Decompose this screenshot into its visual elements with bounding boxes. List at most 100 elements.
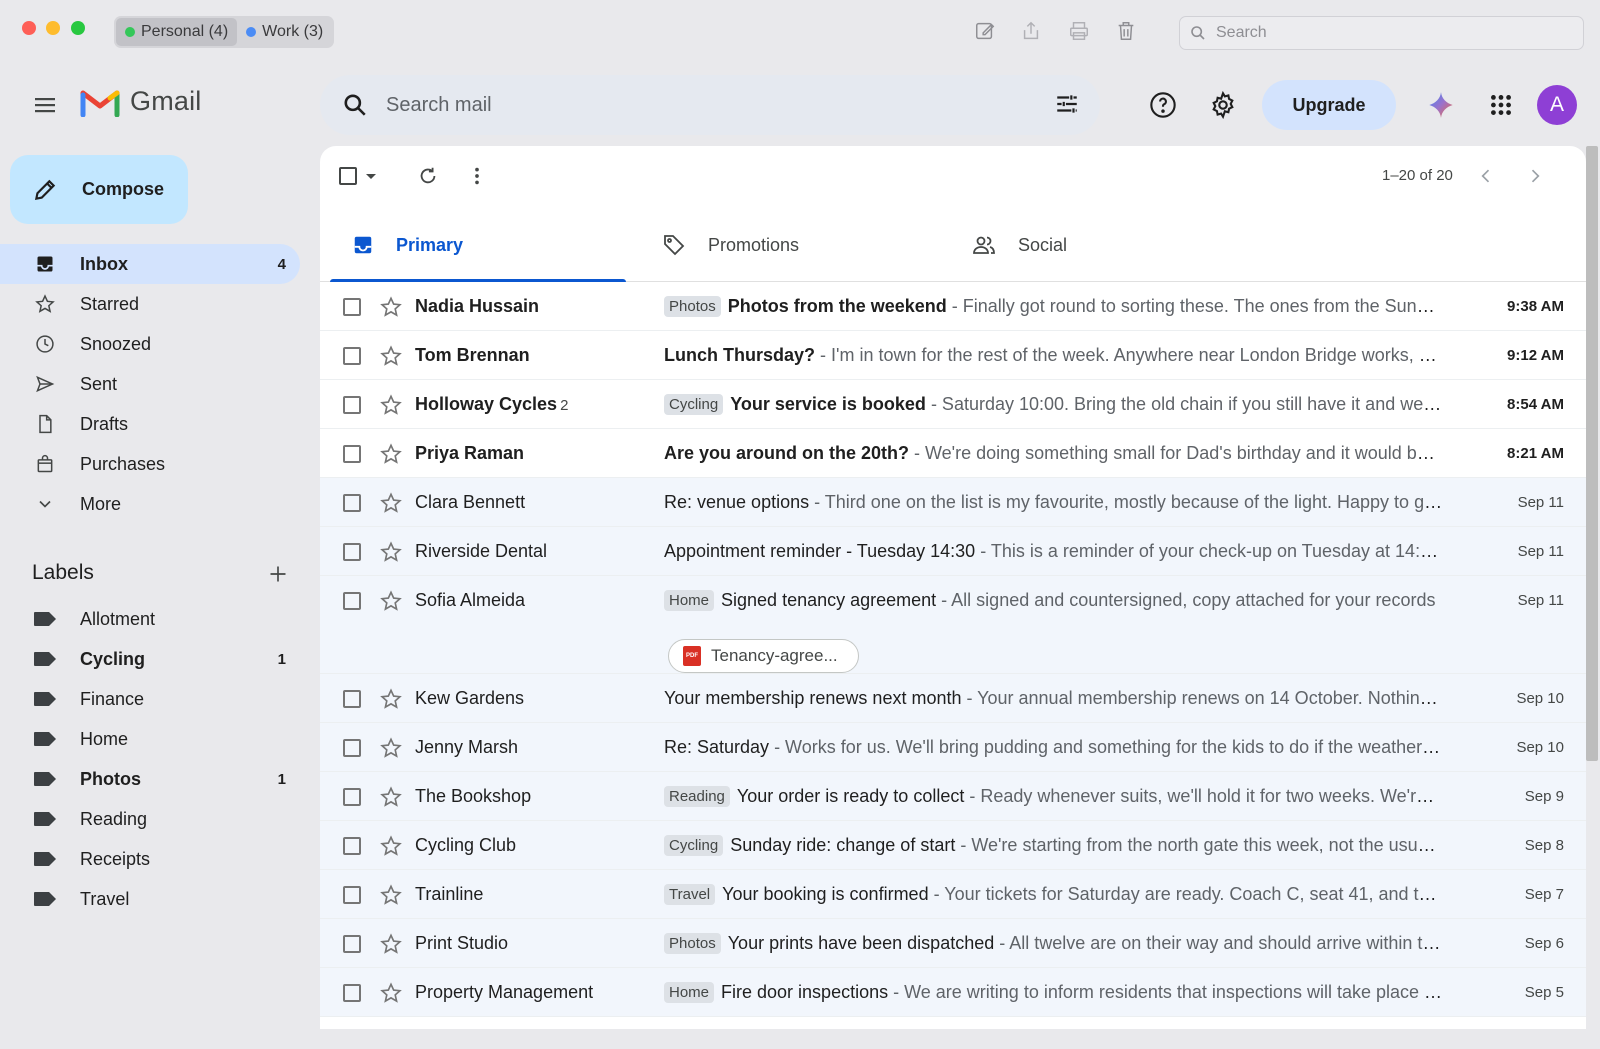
label-chip[interactable]: Cycling — [664, 835, 724, 856]
email-row[interactable]: Nadia Hussain Photos Photos from the weeke… — [320, 282, 1586, 331]
profile-work[interactable]: Work (3) — [237, 18, 332, 46]
label-item-cycling[interactable]: Cycling 1 — [0, 639, 300, 679]
star-icon[interactable] — [380, 443, 402, 465]
gmail-logo[interactable]: Gmail — [80, 86, 202, 117]
row-checkbox[interactable] — [343, 690, 361, 708]
sidebar-item-snoozed[interactable]: Snoozed — [0, 324, 300, 364]
label-chip[interactable]: Home — [664, 590, 715, 611]
refresh-button[interactable] — [414, 162, 442, 190]
email-row[interactable]: Trainline Travel Your booking is confirmed… — [320, 870, 1586, 919]
label-chip[interactable]: Reading — [664, 786, 730, 807]
minimize-window-button[interactable] — [46, 21, 60, 35]
star-icon[interactable] — [380, 884, 402, 906]
share-icon[interactable] — [1018, 18, 1044, 44]
label-chip[interactable]: Travel — [664, 884, 716, 905]
email-row[interactable]: Clara Bennett Re: venue options - Third o… — [320, 478, 1586, 527]
label-chip[interactable]: Home — [664, 982, 715, 1003]
row-checkbox[interactable] — [343, 445, 361, 463]
row-checkbox[interactable] — [343, 739, 361, 757]
label-item-photos[interactable]: Photos 1 — [0, 759, 300, 799]
select-all-checkbox[interactable] — [334, 162, 362, 190]
settings-button[interactable] — [1206, 88, 1240, 122]
select-dropdown-button[interactable] — [362, 162, 380, 190]
row-checkbox[interactable] — [343, 935, 361, 953]
tab-primary[interactable]: Primary — [330, 208, 626, 282]
sidebar-item-drafts[interactable]: Drafts — [0, 404, 300, 444]
create-label-button[interactable] — [264, 560, 292, 588]
help-button[interactable] — [1146, 88, 1180, 122]
star-icon[interactable] — [380, 492, 402, 514]
star-icon[interactable] — [380, 737, 402, 759]
row-checkbox[interactable] — [343, 494, 361, 512]
star-icon[interactable] — [380, 590, 402, 612]
star-icon[interactable] — [380, 541, 402, 563]
email-row[interactable]: Sofia Almeida Home Signed tenancy agreemen… — [320, 576, 1586, 674]
label-chip[interactable]: Cycling — [664, 394, 724, 415]
trash-icon[interactable] — [1113, 18, 1139, 44]
label-chip[interactable]: Photos — [664, 933, 721, 954]
account-avatar[interactable]: A — [1537, 85, 1577, 125]
email-date: Sep 11 — [1517, 592, 1564, 609]
label-item-home[interactable]: Home — [0, 719, 300, 759]
email-row[interactable]: Holloway Cycles 2 Cycling Your service is b… — [320, 380, 1586, 429]
compose-button[interactable]: Compose — [10, 155, 188, 224]
email-row[interactable]: Property Management Home Fire door inspect… — [320, 968, 1586, 1017]
scrollbar[interactable] — [1586, 146, 1598, 761]
sidebar-item-sent[interactable]: Sent — [0, 364, 300, 404]
newer-button[interactable] — [1472, 162, 1500, 190]
star-icon[interactable] — [380, 296, 402, 318]
row-checkbox[interactable] — [343, 347, 361, 365]
profile-personal[interactable]: Personal (4) — [116, 18, 238, 46]
more-actions-button[interactable] — [463, 162, 491, 190]
upgrade-button[interactable]: Upgrade — [1262, 80, 1396, 130]
compose-window-icon[interactable] — [972, 18, 998, 44]
email-row[interactable]: Jenny Marsh Re: Saturday - Works for us. … — [320, 723, 1586, 772]
tab-promotions[interactable]: Promotions — [640, 208, 936, 282]
print-icon[interactable] — [1066, 18, 1092, 44]
window-search-field[interactable]: Search — [1179, 16, 1584, 50]
email-row[interactable]: Priya Raman Are you around on the 20th? -… — [320, 429, 1586, 478]
row-checkbox[interactable] — [343, 298, 361, 316]
star-icon[interactable] — [380, 688, 402, 710]
main-menu-button[interactable] — [28, 88, 62, 122]
row-checkbox[interactable] — [343, 543, 361, 561]
email-row[interactable]: The Bookshop Reading Your order is ready t… — [320, 772, 1586, 821]
star-icon[interactable] — [380, 982, 402, 1004]
label-item-finance[interactable]: Finance — [0, 679, 300, 719]
older-button[interactable] — [1521, 162, 1549, 190]
email-row[interactable]: Print Studio Photos Your prints have been … — [320, 919, 1586, 968]
email-row[interactable]: Tom Brennan Lunch Thursday? - I'm in town… — [320, 331, 1586, 380]
label-item-travel[interactable]: Travel — [0, 879, 300, 919]
email-row[interactable]: Kew Gardens Your membership renews next m… — [320, 674, 1586, 723]
row-checkbox[interactable] — [343, 886, 361, 904]
row-checkbox[interactable] — [343, 788, 361, 806]
tab-social[interactable]: Social — [950, 208, 1246, 282]
label-item-reading[interactable]: Reading — [0, 799, 300, 839]
search-mail-input[interactable] — [386, 93, 1026, 117]
sidebar-item-purchases[interactable]: Purchases — [0, 444, 300, 484]
sidebar-item-more[interactable]: More — [0, 484, 300, 524]
sidebar-item-inbox[interactable]: Inbox 4 — [0, 244, 300, 284]
star-icon[interactable] — [380, 835, 402, 857]
star-icon[interactable] — [380, 786, 402, 808]
search-options-button[interactable] — [1054, 91, 1080, 122]
gemini-button[interactable] — [1424, 88, 1458, 122]
label-item-allotment[interactable]: Allotment — [0, 599, 300, 639]
row-checkbox[interactable] — [343, 396, 361, 414]
search-icon[interactable] — [342, 92, 368, 118]
star-icon[interactable] — [380, 394, 402, 416]
star-icon[interactable] — [380, 933, 402, 955]
label-chip[interactable]: Photos — [664, 296, 721, 317]
sidebar-item-starred[interactable]: Starred — [0, 284, 300, 324]
close-window-button[interactable] — [22, 21, 36, 35]
zoom-window-button[interactable] — [71, 21, 85, 35]
label-item-receipts[interactable]: Receipts — [0, 839, 300, 879]
attachment-chip[interactable]: PDF Tenancy-agree... — [668, 639, 859, 673]
email-row[interactable]: Riverside Dental Appointment reminder - T… — [320, 527, 1586, 576]
star-icon[interactable] — [380, 345, 402, 367]
row-checkbox[interactable] — [343, 592, 361, 610]
row-checkbox[interactable] — [343, 984, 361, 1002]
email-row[interactable]: Cycling Club Cycling Sunday ride: change o… — [320, 821, 1586, 870]
apps-button[interactable] — [1484, 88, 1518, 122]
row-checkbox[interactable] — [343, 837, 361, 855]
